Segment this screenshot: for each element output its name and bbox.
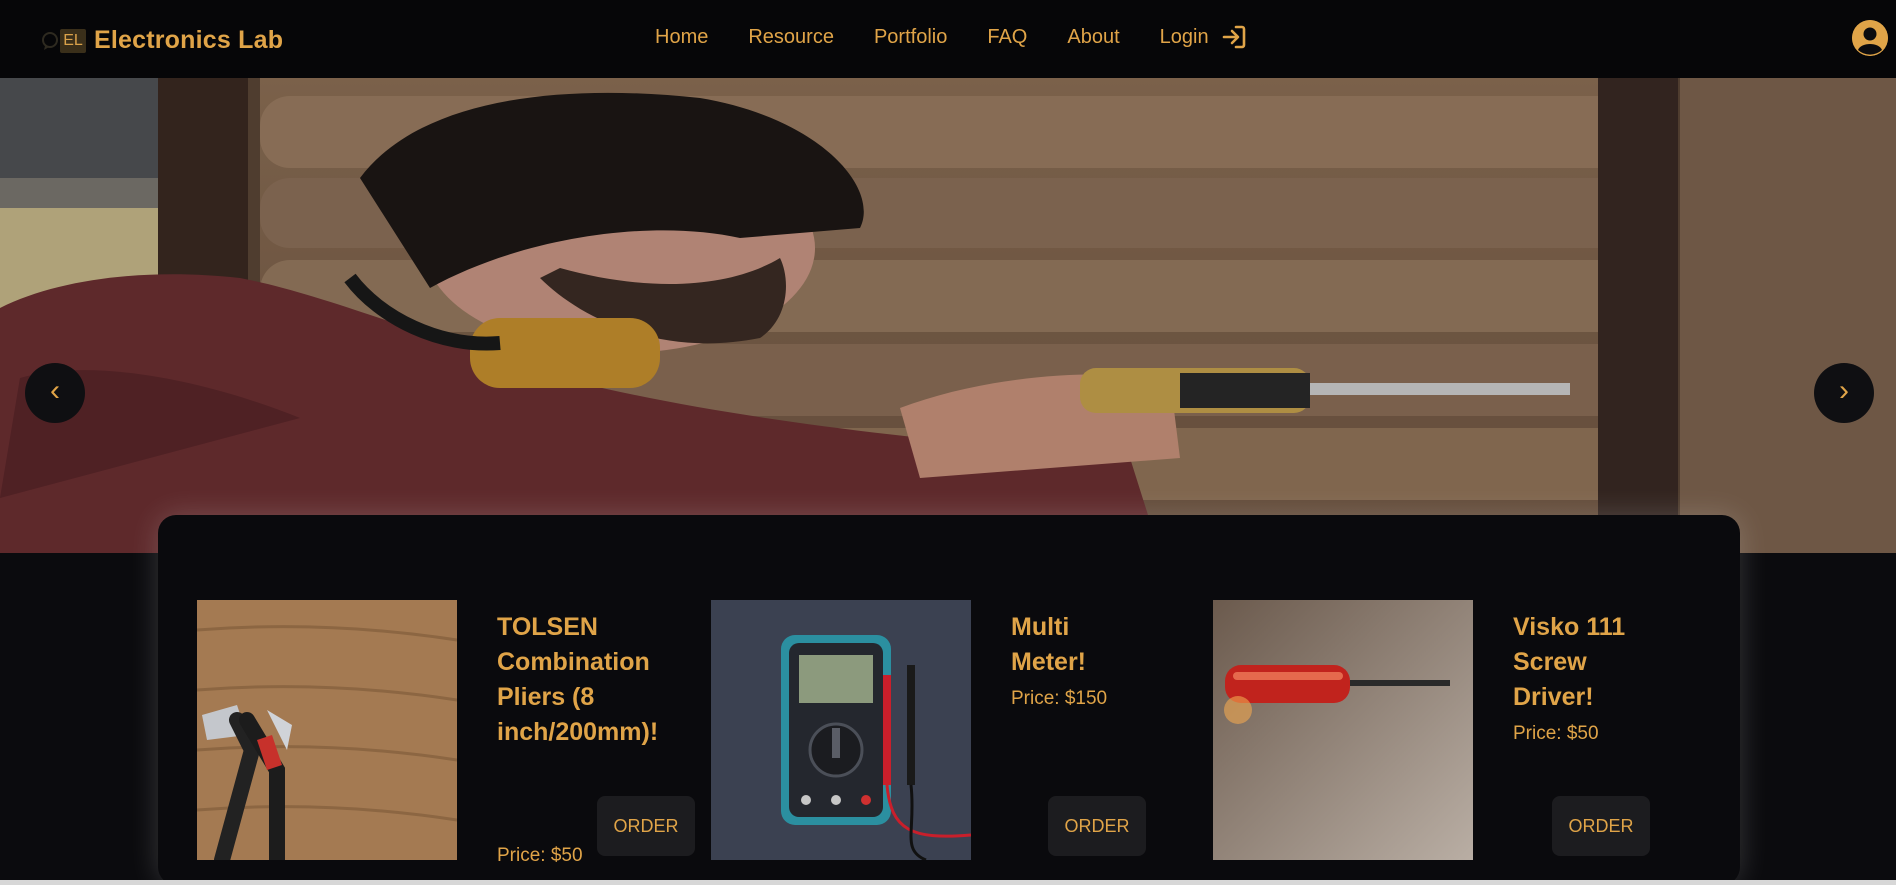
- horizontal-scrollbar[interactable]: [0, 880, 1896, 885]
- product-title: TOLSEN Combination Pliers (8 inch/200mm)…: [497, 613, 659, 746]
- order-button[interactable]: ORDER: [1552, 796, 1650, 856]
- product-image-multimeter: [711, 600, 971, 860]
- order-button[interactable]: ORDER: [597, 796, 695, 856]
- chevron-left-icon: ‹: [50, 374, 60, 407]
- order-button[interactable]: ORDER: [1048, 796, 1146, 856]
- nav-resource[interactable]: Resource: [748, 26, 834, 49]
- navbar: EL Electronics Lab Home Resource Portfol…: [0, 0, 1896, 78]
- brand-logo-text: EL: [60, 28, 86, 53]
- nav-faq[interactable]: FAQ: [987, 26, 1027, 49]
- product-title: Multi Meter!: [1011, 613, 1087, 676]
- product-image-screwdriver: [1213, 600, 1473, 860]
- product-price: Price: $50: [1513, 723, 1599, 744]
- product-image-pliers: [197, 600, 457, 860]
- brand[interactable]: EL Electronics Lab: [40, 26, 283, 55]
- brand-logo: EL: [40, 27, 90, 55]
- nav-portfolio[interactable]: Portfolio: [874, 26, 947, 49]
- product-card: Visko 111 Screw Driver! Price: $50 ORDER: [1213, 600, 1683, 860]
- product-price: Price: $50: [497, 845, 583, 866]
- user-circle-icon[interactable]: [1852, 20, 1888, 56]
- chevron-right-icon: ›: [1839, 374, 1849, 407]
- nav-home[interactable]: Home: [655, 26, 708, 49]
- product-card: TOLSEN Combination Pliers (8 inch/200mm)…: [197, 600, 695, 866]
- nav-login[interactable]: Login: [1160, 26, 1209, 49]
- hero-carousel: ‹ ›: [0, 78, 1896, 553]
- nav-about[interactable]: About: [1067, 26, 1119, 49]
- carousel-prev-button[interactable]: ‹: [25, 363, 85, 423]
- hero-image: [0, 78, 1896, 553]
- product-title: Visko 111 Screw Driver!: [1513, 613, 1626, 711]
- nav-links: Home Resource Portfolio FAQ About Login: [655, 24, 1247, 50]
- product-price: Price: $150: [1011, 688, 1108, 709]
- carousel-next-button[interactable]: ›: [1814, 363, 1874, 423]
- brand-name: Electronics Lab: [94, 26, 284, 54]
- products-panel: TOLSEN Combination Pliers (8 inch/200mm)…: [158, 515, 1740, 885]
- chat-bubble-icon: [40, 31, 60, 51]
- sign-in-icon[interactable]: [1221, 24, 1247, 50]
- product-card: Multi Meter! Price: $150 ORDER: [711, 600, 1161, 860]
